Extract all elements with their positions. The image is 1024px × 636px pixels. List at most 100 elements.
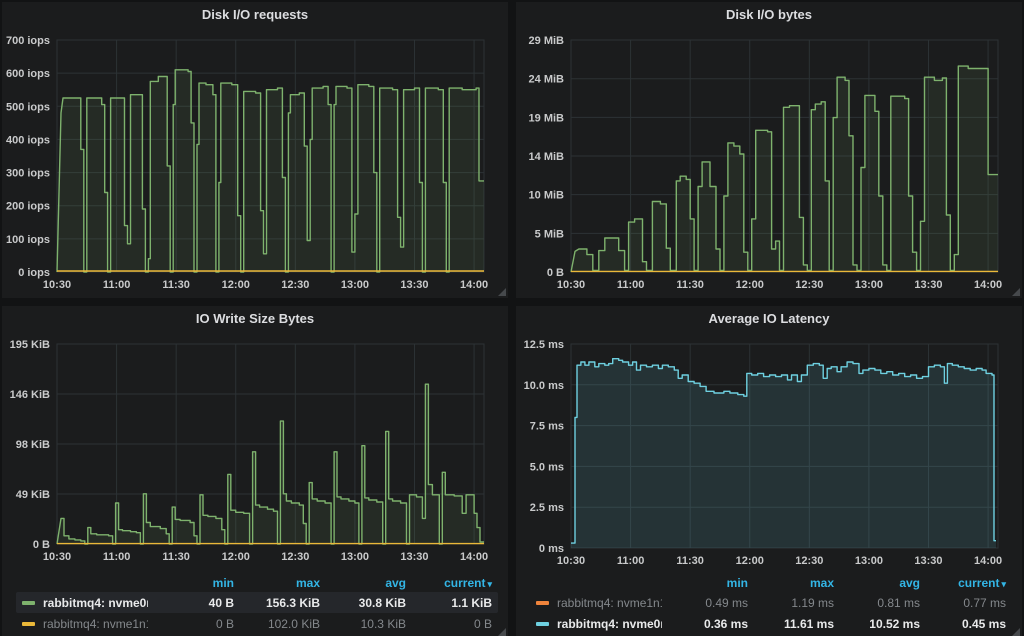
series-swatch — [22, 622, 35, 626]
legend-current-value: 0 B — [406, 617, 492, 631]
svg-text:300 iops: 300 iops — [6, 168, 50, 180]
legend-col-max[interactable]: max — [748, 576, 834, 590]
svg-text:2.5 ms: 2.5 ms — [530, 502, 564, 514]
svg-text:10.0 ms: 10.0 ms — [524, 380, 564, 392]
svg-text:10:30: 10:30 — [557, 279, 585, 291]
svg-text:13:30: 13:30 — [914, 555, 942, 567]
legend-avg-value: 0.81 ms — [834, 596, 920, 610]
disk-io-bytes-chart[interactable]: 0 B5 MiB10 MiB14 MiB19 MiB24 MiB29 MiB10… — [516, 28, 1022, 298]
svg-text:13:00: 13:00 — [855, 279, 883, 291]
svg-text:146 KiB: 146 KiB — [10, 389, 50, 401]
series-label[interactable]: rabbitmq4: nvme1n1: write — [43, 617, 148, 631]
legend-min-value: 0.36 ms — [662, 617, 748, 631]
legend-col-current[interactable]: current▾ — [920, 576, 1006, 590]
svg-text:13:00: 13:00 — [341, 551, 369, 563]
legend-col-min[interactable]: min — [662, 576, 748, 590]
legend-row: rabbitmq4: nvme1n1: write 0 B 102.0 KiB … — [16, 613, 498, 634]
legend-row: rabbitmq4: nvme1n1: write 0.49 ms 1.19 m… — [530, 592, 1012, 613]
grafana-dashboard: Disk I/O requests 0 iops100 iops200 iops… — [0, 0, 1024, 636]
svg-text:12:00: 12:00 — [222, 551, 250, 563]
svg-text:13:00: 13:00 — [855, 555, 883, 567]
svg-text:10 MiB: 10 MiB — [529, 190, 565, 202]
svg-text:19 MiB: 19 MiB — [529, 112, 565, 124]
legend-max-value: 11.61 ms — [748, 617, 834, 631]
svg-text:600 iops: 600 iops — [6, 68, 50, 80]
panel-resize-handle[interactable] — [498, 628, 506, 636]
panel-resize-handle[interactable] — [498, 288, 506, 296]
svg-text:12:00: 12:00 — [736, 279, 764, 291]
panel-title[interactable]: Average IO Latency — [516, 306, 1022, 332]
panel-title[interactable]: Disk I/O requests — [2, 2, 508, 28]
legend-col-min[interactable]: min — [148, 576, 234, 590]
svg-text:5.0 ms: 5.0 ms — [530, 461, 564, 473]
svg-text:10:30: 10:30 — [43, 279, 71, 291]
svg-text:11:00: 11:00 — [617, 555, 645, 567]
svg-text:12:00: 12:00 — [736, 555, 764, 567]
svg-text:200 iops: 200 iops — [6, 201, 50, 213]
legend-max-value: 1.19 ms — [748, 596, 834, 610]
svg-text:10:30: 10:30 — [43, 551, 71, 563]
disk-io-requests-chart[interactable]: 0 iops100 iops200 iops300 iops400 iops50… — [2, 28, 508, 298]
svg-text:11:30: 11:30 — [162, 279, 190, 291]
svg-text:10:30: 10:30 — [557, 555, 585, 567]
svg-text:12.5 ms: 12.5 ms — [524, 339, 564, 351]
svg-text:13:30: 13:30 — [914, 279, 942, 291]
legend-header: min max avg current▾ — [530, 574, 1012, 592]
svg-text:14:00: 14:00 — [974, 555, 1002, 567]
legend-col-current[interactable]: current▾ — [406, 576, 492, 590]
legend-avg-value: 10.3 KiB — [320, 617, 406, 631]
legend: min max avg current▾ rabbitmq4: nvme0n1:… — [2, 574, 508, 636]
series-label[interactable]: rabbitmq4: nvme0n1: write — [43, 596, 148, 610]
svg-text:13:30: 13:30 — [400, 551, 428, 563]
legend-col-max[interactable]: max — [234, 576, 320, 590]
panel-io-write-size-bytes: IO Write Size Bytes 0 B 49 KiB 98 KiB 146 K… — [2, 306, 508, 636]
panel-title[interactable]: IO Write Size Bytes — [2, 306, 508, 332]
average-io-latency-chart[interactable]: 0 ms 2.5 ms 5.0 ms 7.5 ms 10.0 ms 12.5 ms 10:3… — [516, 332, 1022, 574]
svg-text:0 ms: 0 ms — [539, 543, 564, 555]
svg-text:24 MiB: 24 MiB — [529, 74, 565, 86]
svg-text:49 KiB: 49 KiB — [16, 489, 50, 501]
svg-text:98 KiB: 98 KiB — [16, 439, 50, 451]
legend-avg-value: 30.8 KiB — [320, 596, 406, 610]
panel-title[interactable]: Disk I/O bytes — [516, 2, 1022, 28]
legend-col-avg[interactable]: avg — [834, 576, 920, 590]
svg-text:29 MiB: 29 MiB — [529, 35, 565, 47]
svg-text:11:30: 11:30 — [162, 551, 190, 563]
panel-resize-handle[interactable] — [1012, 628, 1020, 636]
svg-text:11:00: 11:00 — [103, 551, 131, 563]
series-label[interactable]: rabbitmq4: nvme0n1: write — [557, 617, 662, 631]
legend-header: min max avg current▾ — [16, 574, 498, 592]
svg-text:12:30: 12:30 — [281, 551, 309, 563]
series-swatch — [536, 601, 549, 605]
legend-max-value: 156.3 KiB — [234, 596, 320, 610]
legend-min-value: 0 B — [148, 617, 234, 631]
svg-text:100 iops: 100 iops — [6, 234, 50, 246]
io-write-size-chart[interactable]: 0 B49 KiB98 KiB146 KiB195 KiB10:3011:001… — [2, 332, 508, 570]
svg-text:7.5 ms: 7.5 ms — [530, 421, 564, 433]
series-swatch — [536, 622, 549, 626]
legend-max-value: 102.0 KiB — [234, 617, 320, 631]
panel-resize-handle[interactable] — [1012, 288, 1020, 296]
svg-text:500 iops: 500 iops — [6, 101, 50, 113]
svg-text:12:00: 12:00 — [222, 279, 250, 291]
legend-min-value: 40 B — [148, 596, 234, 610]
svg-text:11:30: 11:30 — [676, 279, 704, 291]
legend-col-avg[interactable]: avg — [320, 576, 406, 590]
svg-text:14:00: 14:00 — [974, 279, 1002, 291]
series-label[interactable]: rabbitmq4: nvme1n1: write — [557, 596, 662, 610]
svg-text:12:30: 12:30 — [795, 555, 823, 567]
legend-current-value: 0.77 ms — [920, 596, 1006, 610]
svg-text:195 KiB: 195 KiB — [10, 339, 50, 351]
sort-caret-icon: ▾ — [487, 579, 492, 589]
legend-row: rabbitmq4: nvme0n1: write 0.36 ms 11.61 … — [530, 613, 1012, 634]
svg-text:12:30: 12:30 — [281, 279, 309, 291]
svg-text:0 B: 0 B — [547, 267, 564, 279]
svg-text:14:00: 14:00 — [460, 551, 488, 563]
svg-text:12:30: 12:30 — [795, 279, 823, 291]
series-swatch — [22, 601, 35, 605]
svg-text:400 iops: 400 iops — [6, 134, 50, 146]
legend-avg-value: 10.52 ms — [834, 617, 920, 631]
svg-text:13:30: 13:30 — [400, 279, 428, 291]
panel-average-io-latency: Average IO Latency 0 ms 2.5 ms 5.0 ms 7.5 m… — [516, 306, 1022, 636]
legend: min max avg current▾ rabbitmq4: nvme1n1:… — [516, 574, 1022, 636]
